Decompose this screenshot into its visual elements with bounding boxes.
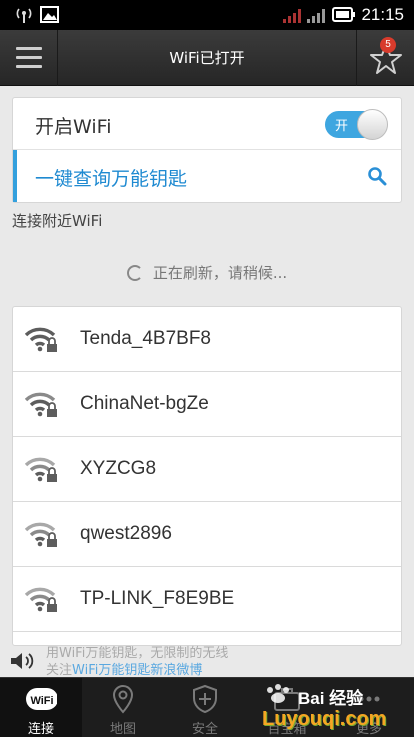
battery-icon [332,7,355,22]
network-ssid: TP-LINK_F8E9BE [80,588,235,609]
tab-label: 连接 [27,722,54,737]
watermark-text: Bai 经验 [298,689,364,708]
locked-wifi-icon [25,457,57,482]
wifi-control-card: 开启WiFi 开 一键查询万能钥匙 [12,97,402,203]
network-row[interactable]: XYZCG8 [13,437,401,502]
network-row[interactable]: qwest2896 [13,502,401,567]
title-bar: WiFi已打开 5 [0,30,414,86]
watermark: Bai 经验 Luyouqi.com [258,682,408,734]
map-pin-icon [112,684,134,714]
favorites-badge: 5 [380,37,396,53]
network-ssid: Tenda_4B7BF8 [80,328,211,349]
locked-wifi-icon [25,522,57,547]
weibo-link[interactable]: WiFi万能钥匙新浪微博 [72,663,202,678]
notice-banner: 用WiFi万能钥匙，无限制的无线 关注WiFi万能钥匙新浪微博 [0,640,414,678]
nearby-section-title: 连接附近WiFi [12,212,103,230]
loading-spinner-icon [126,265,143,281]
image-notification-icon [40,6,59,23]
wifi-toggle-switch[interactable]: 开 [325,109,388,140]
wifi-toggle-label: 开启WiFi [35,116,112,138]
network-row[interactable]: ChinaNet-bgZe [13,372,401,437]
tab-map[interactable]: 地图 [82,678,164,737]
network-list: Tenda_4B7BF8 ChinaNet-bgZe XYZCG8 qwest2… [12,306,402,646]
cell-signal-icon [283,9,301,23]
refresh-status-text: 正在刷新，请稍候... [152,264,288,282]
tab-label: 安全 [191,722,218,737]
favorites-button[interactable]: 5 [356,30,414,86]
refresh-status: 正在刷新，请稍候... [0,262,414,283]
tab-security[interactable]: 安全 [164,678,246,737]
tab-label: 地图 [109,722,136,737]
network-ssid: XYZCG8 [80,458,157,479]
tab-connect[interactable]: WiFi 连接 [0,678,82,737]
network-row[interactable]: Tenda_4B7BF8 [13,307,401,372]
page-title: WiFi已打开 [169,49,245,67]
switch-knob [357,109,388,140]
wifi-toggle-row: 开启WiFi 开 [13,98,401,150]
network-row[interactable]: TP-LINK_F8E9BE [13,567,401,632]
network-ssid: qwest2896 [80,523,172,544]
status-time: 21:15 [361,5,404,24]
status-bar: 21:15 [0,0,414,30]
signal-broadcast-icon [16,8,32,23]
shield-icon [193,684,217,714]
key-query-label: 一键查询万能钥匙 [35,168,188,190]
wifi-tab-icon: WiFi [26,688,57,710]
svg-text:WiFi: WiFi [30,695,53,707]
locked-wifi-icon [25,587,57,612]
network-ssid: ChinaNet-bgZe [80,393,209,414]
speaker-icon [11,653,34,669]
watermark-site: Luyouqi.com [262,708,387,730]
search-icon[interactable] [367,166,387,186]
locked-wifi-icon [25,392,57,417]
locked-wifi-icon [25,327,57,352]
cell-signal-2-icon [307,9,325,23]
notice-line-2: 关注WiFi万能钥匙新浪微博 [46,663,203,678]
switch-state-label: 开 [335,119,349,134]
